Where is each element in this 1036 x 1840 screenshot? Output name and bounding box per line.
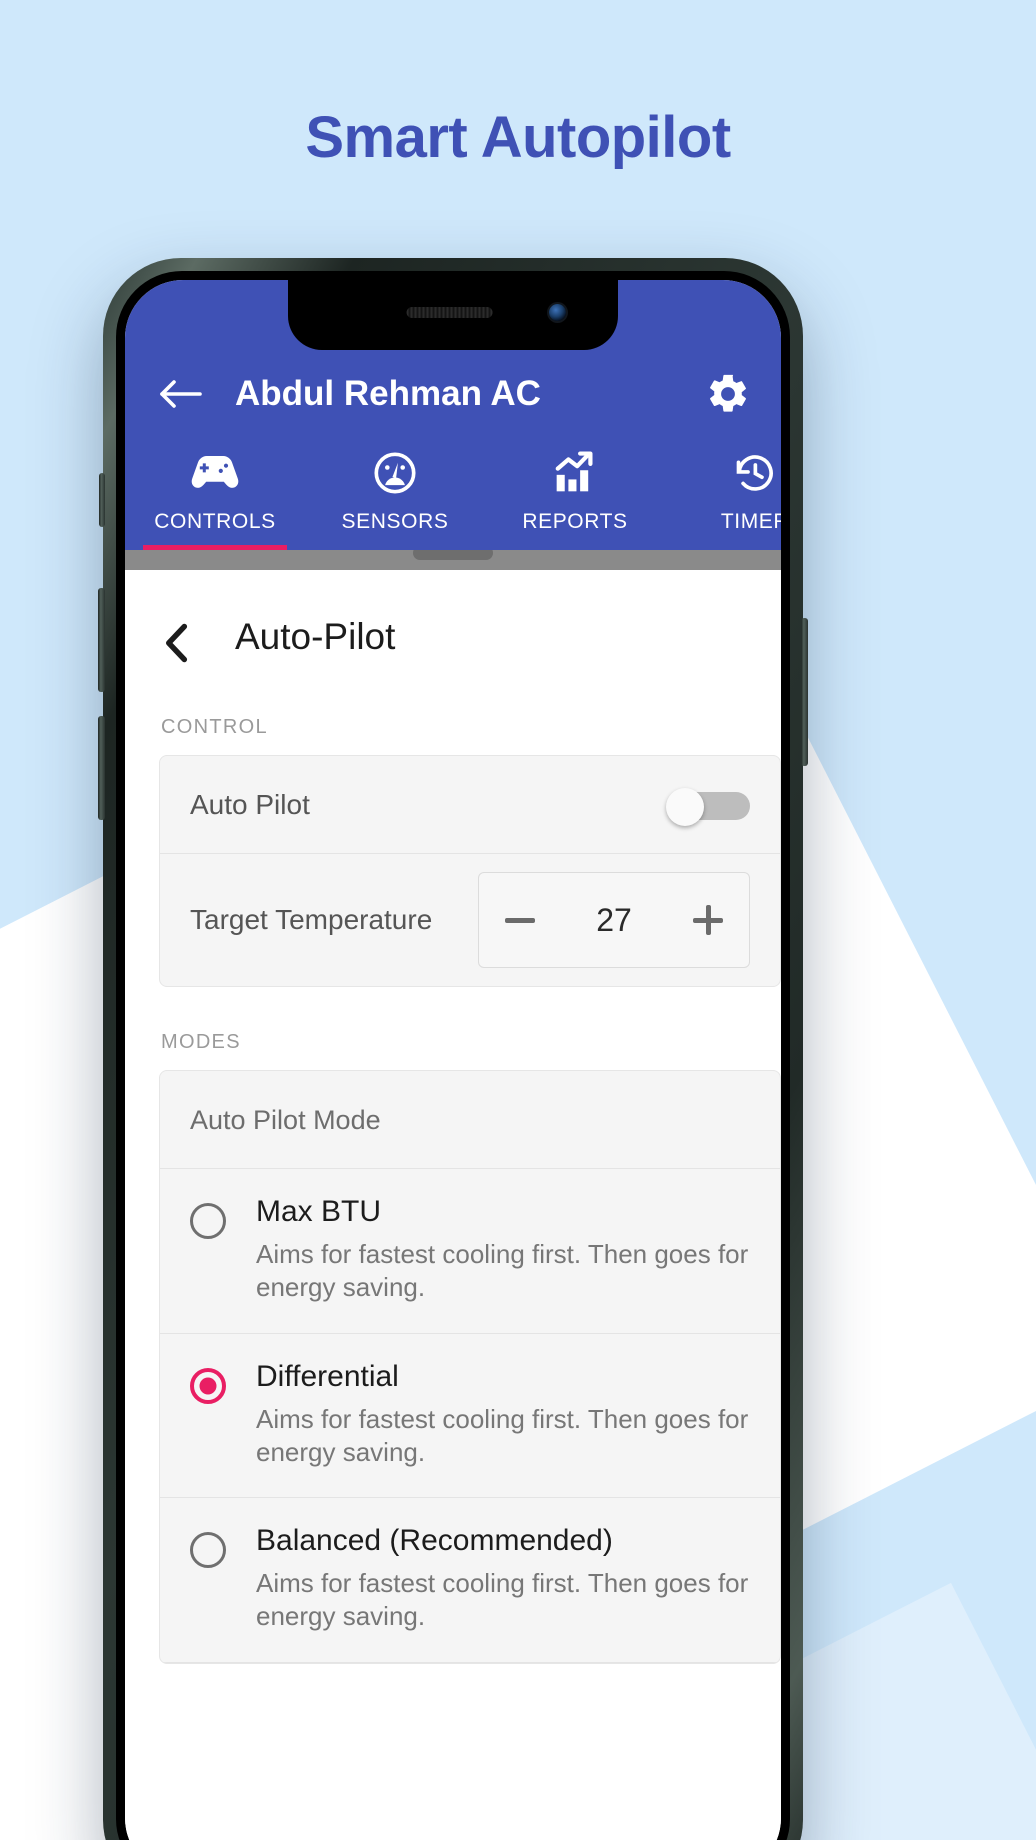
auto-pilot-sheet: Auto-Pilot CONTROL Auto Pilot Target Tem… [125, 570, 781, 1840]
radio-icon[interactable] [190, 1203, 226, 1239]
tab-sensors[interactable]: SENSORS [305, 450, 485, 550]
mode-text: Differential Aims for fastest cooling fi… [256, 1360, 750, 1470]
bottom-sheet-grip[interactable] [125, 546, 781, 570]
tab-label: SENSORS [341, 510, 449, 533]
mode-description: Aims for fastest cooling first. Then goe… [256, 1239, 749, 1303]
tab-bar: CONTROLS SENSORS REPORTS TIME [125, 436, 781, 550]
gear-icon[interactable] [705, 371, 751, 417]
arrow-left-icon[interactable] [155, 368, 207, 420]
auto-pilot-label: Auto Pilot [190, 788, 310, 820]
plus-icon[interactable] [667, 905, 749, 935]
phone-bezel: Abdul Rehman AC CONTROLS SENSORS REPORTS… [116, 271, 790, 1840]
phone-button-volume-up [98, 588, 105, 692]
row-auto-pilot[interactable]: Auto Pilot [160, 756, 780, 854]
tab-selected-indicator [143, 545, 287, 550]
tab-controls[interactable]: CONTROLS [125, 450, 305, 550]
chevron-left-icon[interactable] [161, 621, 193, 663]
gauge-icon [305, 450, 485, 496]
radio-icon[interactable] [190, 1367, 226, 1404]
sheet-header: Auto-Pilot [125, 570, 781, 698]
toggle-knob[interactable] [666, 787, 704, 826]
page-title: Smart Autopilot [305, 105, 731, 170]
front-camera-icon [549, 304, 566, 321]
earpiece-speaker-icon [406, 307, 493, 318]
mode-option-balanced[interactable]: Balanced (Recommended) Aims for fastest … [160, 1498, 780, 1663]
target-temperature-label: Target Temperature [190, 904, 433, 935]
phone-button-power [801, 618, 808, 766]
mode-text: Balanced (Recommended) Aims for fastest … [256, 1524, 750, 1634]
mode-description: Aims for fastest cooling first. Then goe… [256, 1403, 749, 1467]
sheet-title: Auto-Pilot [235, 616, 396, 657]
tab-label: TIMER [720, 510, 781, 533]
mode-option-max-btu[interactable]: Max BTU Aims for fastest cooling first. … [160, 1169, 780, 1334]
section-label-control: CONTROL [161, 716, 268, 738]
bar-chart-arrow-icon [485, 450, 665, 496]
temperature-stepper: 27 [478, 872, 750, 968]
mode-description: Aims for fastest cooling first. Then goe… [256, 1568, 749, 1632]
minus-icon[interactable] [479, 917, 561, 923]
row-target-temperature: Target Temperature 27 [160, 854, 780, 986]
mode-text: Max BTU Aims for fastest cooling first. … [256, 1195, 750, 1305]
phone-screen: Abdul Rehman AC CONTROLS SENSORS REPORTS… [125, 280, 781, 1840]
section-label-modes: MODES [161, 1031, 241, 1053]
modes-card: Auto Pilot Mode Max BTU Aims for fastest… [159, 1070, 781, 1664]
radio-icon[interactable] [190, 1532, 226, 1569]
temperature-value: 27 [596, 901, 632, 938]
mode-title: Balanced (Recommended) [256, 1524, 613, 1558]
tab-reports[interactable]: REPORTS [485, 450, 665, 550]
app-bar-row: Abdul Rehman AC [125, 352, 781, 436]
tab-timer[interactable]: TIMER [665, 450, 781, 550]
mode-option-differential[interactable]: Differential Aims for fastest cooling fi… [160, 1334, 780, 1499]
tab-label: REPORTS [522, 510, 628, 533]
mode-title: Max BTU [256, 1195, 382, 1228]
tab-label: CONTROLS [154, 510, 276, 533]
control-card: Auto Pilot Target Temperature 27 [159, 755, 781, 987]
app-bar-title: Abdul Rehman AC [235, 374, 541, 413]
gamepad-icon [125, 450, 305, 496]
phone-button-mute [99, 473, 105, 527]
phone-button-volume-down [98, 716, 105, 820]
history-clock-icon [665, 450, 781, 496]
mode-title: Differential [256, 1359, 399, 1393]
auto-pilot-toggle[interactable] [666, 787, 750, 826]
phone-notch [288, 280, 618, 350]
modes-card-title: Auto Pilot Mode [160, 1071, 780, 1169]
phone-mockup: Abdul Rehman AC CONTROLS SENSORS REPORTS… [98, 258, 808, 1840]
